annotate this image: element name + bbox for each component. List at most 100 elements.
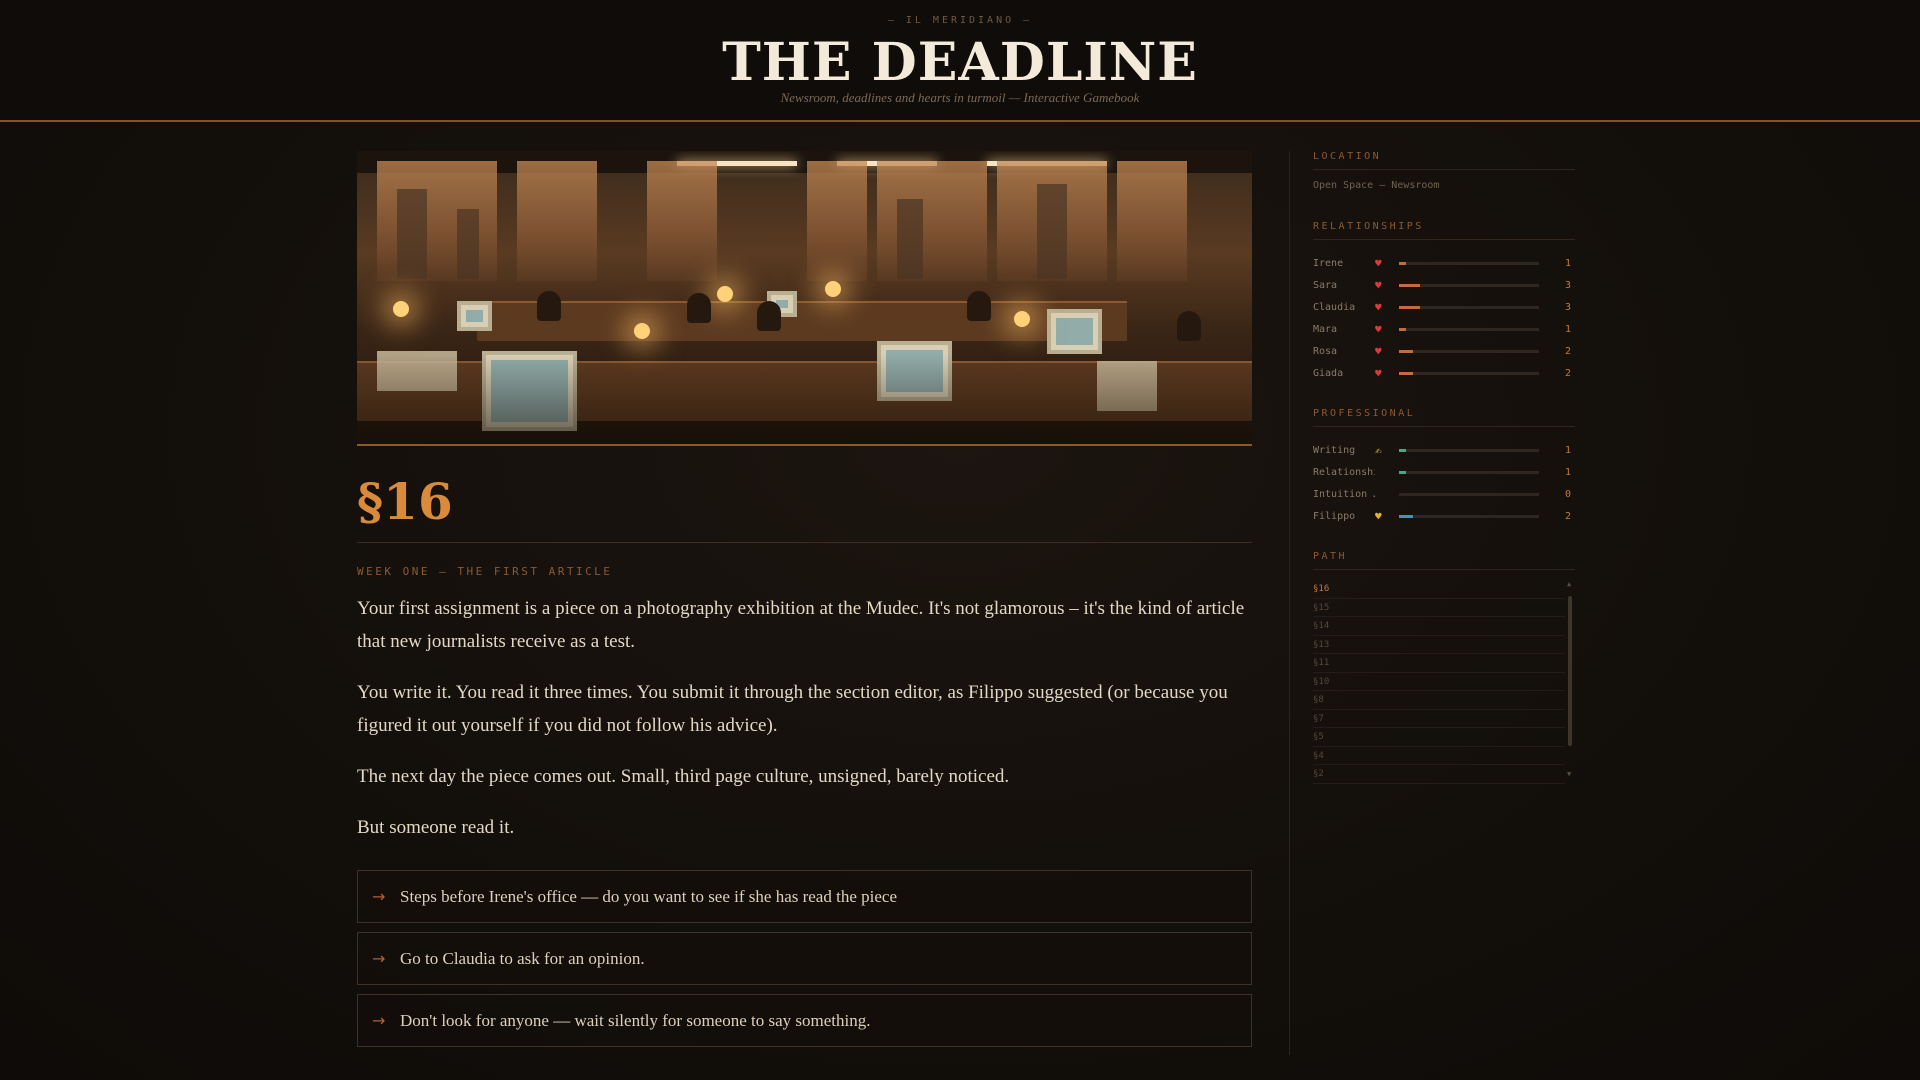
stat-name: Irene — [1313, 257, 1344, 269]
stat-name: Filippo — [1313, 510, 1356, 522]
newspaper-name: — IL MERIDIANO — — [887, 15, 1033, 26]
stat-bar-fill — [1399, 349, 1413, 353]
choice-wait-silently[interactable]: → Don't look for anyone — wait silently … — [357, 994, 1252, 1047]
stat-bar-fill — [1399, 371, 1413, 375]
stat-name: Writing — [1313, 444, 1356, 456]
status-sidebar: LOCATION Open Space — Newsroom RELATIONS… — [1313, 151, 1575, 784]
stat-name: Intuition … — [1313, 488, 1375, 500]
path-scrollbar[interactable]: ▲ ▼ — [1567, 580, 1573, 778]
professional-list: Writing ✍ 1 Relationshi… 1 Intuition … 0 Filipp… — [1313, 439, 1575, 527]
relationship-stat-row: Sara ♥ 3 — [1313, 274, 1575, 296]
pen-icon: ✍ — [1375, 443, 1382, 457]
stat-bar-fill — [1399, 283, 1420, 287]
relationship-stat-row: Claudia ♥ 3 — [1313, 296, 1575, 318]
path-entry[interactable]: §8 — [1313, 691, 1565, 710]
chapter-heading: WEEK ONE — THE FIRST ARTICLE — [357, 565, 613, 578]
stat-bar-fill — [1399, 470, 1406, 474]
path-entry[interactable]: §13 — [1313, 636, 1565, 654]
story-paragraph: But someone read it. — [357, 817, 515, 838]
stat-bar — [1399, 492, 1539, 496]
stat-value: 0 — [1564, 488, 1571, 500]
stat-bar — [1399, 448, 1539, 452]
game-tagline: Newsroom, deadlines and hearts in turmoi… — [780, 90, 1140, 105]
column-divider — [1289, 151, 1290, 1055]
professional-stat-row: Filippo ♥ 2 — [1313, 505, 1575, 527]
path-entry[interactable]: §7 — [1313, 710, 1565, 728]
path-entry[interactable]: §15 — [1313, 599, 1565, 617]
choice-list: → Steps before Irene's office — do you w… — [357, 870, 1252, 1047]
stat-bar-fill — [1399, 327, 1406, 331]
stat-value: 2 — [1564, 345, 1571, 357]
path-entry[interactable]: §4 — [1313, 747, 1565, 765]
heart-icon: ♥ — [1375, 300, 1382, 314]
relationship-stat-row: Giada ♥ 2 — [1313, 362, 1575, 384]
heart-icon: ♥ — [1375, 509, 1382, 523]
stat-name: Mara — [1313, 323, 1338, 335]
heart-icon: ♥ — [1375, 322, 1382, 336]
stat-bar — [1399, 349, 1539, 353]
professional-stat-row: Writing ✍ 1 — [1313, 439, 1575, 461]
location-heading: LOCATION — [1313, 151, 1575, 170]
story-column: §16 WEEK ONE — THE FIRST ARTICLE Your fi… — [357, 151, 1252, 1056]
path-heading: PATH — [1313, 551, 1575, 570]
stat-value: 3 — [1564, 301, 1571, 313]
path-entry[interactable]: §2 — [1313, 765, 1565, 784]
newsroom-illustration — [357, 151, 1252, 446]
stat-bar — [1399, 514, 1539, 518]
relationships-heading: RELATIONSHIPS — [1313, 221, 1575, 240]
stat-name: Rosa — [1313, 345, 1338, 357]
stat-bar-fill — [1399, 448, 1406, 452]
section-number: §16 — [357, 472, 453, 531]
professional-heading: PROFESSIONAL — [1313, 408, 1575, 427]
professional-stat-row: Relationshi… 1 — [1313, 461, 1575, 483]
relationship-stat-row: Irene ♥ 1 — [1313, 252, 1575, 274]
relationship-stat-row: Rosa ♥ 2 — [1313, 340, 1575, 362]
stat-value: 3 — [1564, 279, 1571, 291]
stat-bar-fill — [1399, 305, 1420, 309]
relationships-list: Irene ♥ 1 Sara ♥ 3 Claudia ♥ 3 Mara ♥ 1 Rosa ♥ 2 Giada ♥… — [1313, 252, 1575, 384]
choice-irene-office[interactable]: → Steps before Irene's office — do you w… — [357, 870, 1252, 923]
story-paragraph: You write it. You read it three times. Y… — [357, 682, 1228, 736]
scroll-down-icon[interactable]: ▼ — [1567, 770, 1571, 778]
stat-bar — [1399, 283, 1539, 287]
choice-ask-claudia[interactable]: → Go to Claudia to ask for an opinion. — [357, 932, 1252, 985]
stat-bar — [1399, 371, 1539, 375]
arrow-right-icon: → — [372, 949, 386, 968]
path-list: §16 §15 §14 §13 §11 §10 §8 §7 §5 §4 §2 — [1313, 580, 1565, 784]
stat-bar — [1399, 261, 1539, 265]
heart-icon: ♥ — [1375, 256, 1382, 270]
path-entry[interactable]: §11 — [1313, 654, 1565, 673]
path-entry[interactable]: §14 — [1313, 617, 1565, 636]
stat-value: 1 — [1564, 466, 1571, 478]
relationship-stat-row: Mara ♥ 1 — [1313, 318, 1575, 340]
stat-name: Giada — [1313, 367, 1344, 379]
story-paragraph: The next day the piece comes out. Small,… — [357, 766, 1010, 787]
stat-value: 1 — [1564, 323, 1571, 335]
story-paragraph: Your first assignment is a piece on a ph… — [357, 598, 1245, 652]
stat-value: 1 — [1564, 257, 1571, 269]
heart-icon: ♥ — [1375, 344, 1382, 358]
path-entry[interactable]: §16 — [1313, 580, 1565, 599]
stat-name: Relationshi… — [1313, 466, 1375, 478]
heart-icon: ♥ — [1375, 366, 1382, 380]
professional-stat-row: Intuition … 0 — [1313, 483, 1575, 505]
game-title: THE DEADLINE — [722, 32, 1198, 93]
stat-value: 1 — [1564, 444, 1571, 456]
heart-icon: ♥ — [1375, 278, 1382, 292]
scroll-thumb[interactable] — [1568, 596, 1572, 746]
stat-name: Claudia — [1313, 301, 1356, 313]
choice-label: Steps before Irene's office — do you wan… — [400, 886, 897, 906]
path-history: §16 §15 §14 §13 §11 §10 §8 §7 §5 §4 §2 ▲ ▼ — [1313, 580, 1575, 784]
path-entry[interactable]: §5 — [1313, 728, 1565, 747]
stat-bar — [1399, 305, 1539, 309]
location-value: Open Space — Newsroom — [1313, 180, 1440, 191]
stat-value: 2 — [1564, 510, 1571, 522]
arrow-right-icon: → — [372, 887, 386, 906]
masthead-header: — IL MERIDIANO — THE DEADLINE Newsroom, … — [0, 0, 1920, 122]
choice-label: Don't look for anyone — wait silently fo… — [400, 1010, 871, 1030]
scroll-up-icon[interactable]: ▲ — [1567, 580, 1571, 588]
stat-bar-fill — [1399, 261, 1406, 265]
story-text: Your first assignment is a piece on a ph… — [357, 592, 1252, 844]
path-entry[interactable]: §10 — [1313, 673, 1565, 691]
stat-name: Sara — [1313, 279, 1338, 291]
